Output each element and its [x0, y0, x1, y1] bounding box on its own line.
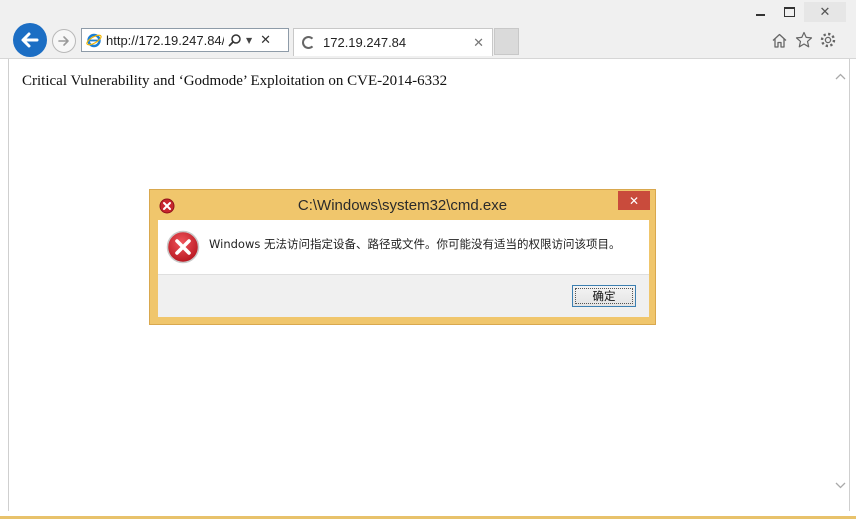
page-heading: Critical Vulnerability and ‘Godmode’ Exp… [22, 73, 448, 89]
dialog-message: Windows 无法访问指定设备、路径或文件。你可能没有适当的权限访问该项目。 [209, 237, 621, 251]
tab-active[interactable]: 172.19.247.84 ✕ [293, 28, 493, 56]
error-dialog: C:\Windows\system32\cmd.exe ✕ Windows 无法… [149, 189, 656, 325]
forward-arrow-icon [58, 36, 69, 46]
maximize-button[interactable] [776, 2, 802, 22]
dialog-body: Windows 无法访问指定设备、路径或文件。你可能没有适当的权限访问该项目。 … [158, 220, 649, 317]
home-icon[interactable] [770, 31, 788, 49]
back-button[interactable] [13, 23, 47, 57]
dialog-close-button[interactable]: ✕ [618, 191, 650, 210]
window-frame-bottom [0, 516, 856, 519]
vertical-scrollbar[interactable] [832, 59, 849, 511]
dialog-message-area: Windows 无法访问指定设备、路径或文件。你可能没有适当的权限访问该项目。 [158, 220, 649, 274]
search-icon[interactable] [228, 33, 242, 47]
back-arrow-icon [21, 32, 39, 48]
minimize-icon [755, 14, 765, 16]
loading-icon [302, 36, 315, 49]
tab-close-button[interactable]: ✕ [473, 35, 484, 51]
address-url[interactable]: http://172.19.247.84/ie [106, 33, 224, 48]
ie-logo-icon [86, 33, 102, 48]
dialog-button-area: 确定 [158, 274, 649, 317]
tab-title: 172.19.247.84 [323, 35, 407, 50]
window-close-button[interactable]: ✕ [804, 2, 846, 22]
forward-button[interactable] [52, 29, 76, 53]
gear-icon[interactable] [819, 31, 837, 49]
ok-button[interactable]: 确定 [572, 285, 636, 307]
dialog-title: C:\Windows\system32\cmd.exe [297, 197, 508, 214]
error-icon [166, 230, 200, 264]
star-icon[interactable] [795, 31, 813, 49]
dialog-titlebar[interactable]: C:\Windows\system32\cmd.exe ✕ [150, 190, 655, 220]
scroll-up-icon[interactable] [835, 71, 846, 82]
scroll-down-icon[interactable] [835, 480, 846, 491]
browser-toolbar: ✕ http://172.19.247.84/ie ▼ ✕ 172.19.247… [0, 0, 856, 59]
minimize-button[interactable] [746, 2, 774, 22]
stop-button[interactable]: ✕ [260, 32, 271, 48]
maximize-icon [783, 7, 795, 17]
address-bar[interactable]: http://172.19.247.84/ie ▼ ✕ [81, 28, 289, 52]
dropdown-icon[interactable]: ▼ [246, 36, 252, 45]
new-tab-button[interactable] [494, 28, 519, 55]
